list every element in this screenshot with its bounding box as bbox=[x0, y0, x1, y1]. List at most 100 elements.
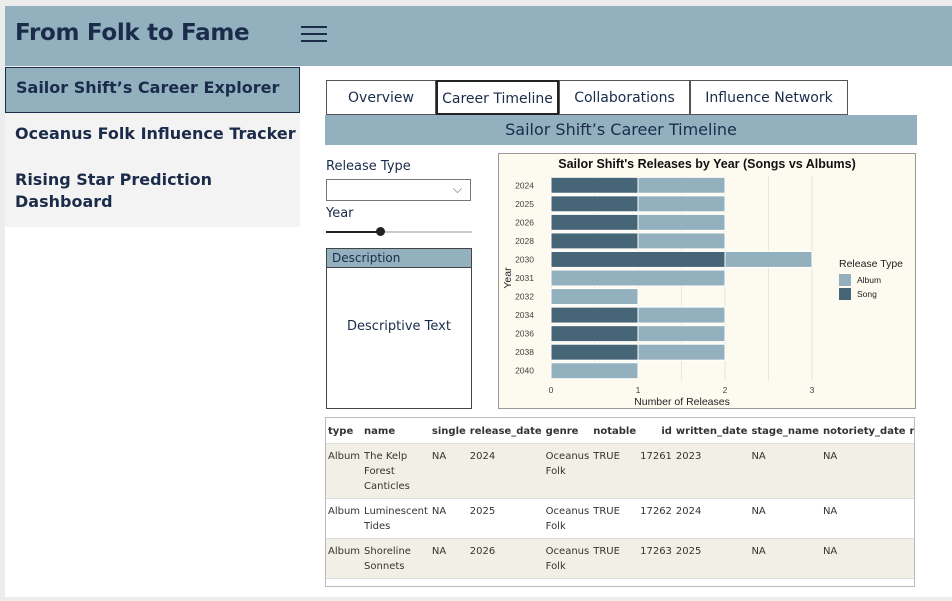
column-header-genre[interactable]: genre bbox=[544, 418, 592, 444]
table-cell: Oceanus Folk bbox=[545, 506, 590, 532]
legend-swatch-song bbox=[839, 288, 851, 300]
table-cell: Oceanus bbox=[544, 579, 592, 587]
table-cell: 17261 bbox=[640, 451, 672, 462]
bar-song-2024 bbox=[550, 176, 639, 194]
column-header-stage-name[interactable]: stage_name bbox=[749, 418, 821, 444]
legend-title: Release Type bbox=[839, 258, 903, 270]
table-cell: 2024 bbox=[675, 506, 702, 517]
table-cell: NA bbox=[749, 579, 821, 587]
table-row[interactable]: Album The Kelp Forest Canticles NA 2024 Ocea… bbox=[326, 443, 914, 499]
table-cell: NA bbox=[431, 451, 447, 462]
table-row[interactable]: Album Luminescent Tides NA 2025 Oceanus Folk… bbox=[326, 498, 914, 539]
table-cell: TRUE bbox=[593, 506, 620, 517]
sidebar-item-career-explorer[interactable]: Sailor Shift’s Career Explorer bbox=[5, 67, 300, 113]
table-row[interactable]: SongSunken BellTRUE2024OceanusFALSE17264… bbox=[326, 578, 914, 587]
x-tick-label: 3 bbox=[810, 385, 815, 395]
table-cell: 17262 bbox=[640, 506, 672, 517]
table-cell: 17264 bbox=[638, 579, 674, 587]
table-cell: TRUE bbox=[430, 579, 468, 587]
table-cell: 2023 bbox=[675, 451, 702, 462]
table-cell: NA bbox=[431, 506, 447, 517]
sidebar: Sailor Shift’s Career Explorer Oceanus F… bbox=[5, 66, 300, 227]
y-tick-label: 2030 bbox=[515, 254, 534, 264]
x-tick-label: 2 bbox=[723, 385, 728, 395]
bar-album-2030 bbox=[724, 250, 813, 268]
chart-svg: Sailor Shift's Releases by Year (Songs v… bbox=[502, 157, 903, 408]
section-title: Sailor Shift’s Career Timeline bbox=[325, 115, 917, 145]
bar-song-2025 bbox=[550, 195, 639, 213]
bar-song-2026 bbox=[550, 213, 639, 231]
bar-song-2030 bbox=[550, 250, 726, 268]
bar-song-2034 bbox=[550, 306, 639, 324]
bar-album-2032 bbox=[550, 288, 639, 306]
column-header-type[interactable]: type bbox=[326, 418, 362, 444]
table-cell: Oceanus Folk bbox=[545, 451, 590, 477]
column-header-row-id[interactable]: row_id bbox=[908, 418, 914, 444]
bar-album-2036 bbox=[637, 325, 726, 343]
bar-album-2028 bbox=[637, 232, 726, 250]
bar-album-2040 bbox=[550, 362, 639, 380]
table-cell: 17265 bbox=[908, 579, 914, 587]
column-header-release-date[interactable]: release_date bbox=[468, 418, 544, 444]
tab-influence-network[interactable]: Influence Network bbox=[690, 80, 848, 115]
column-header-written-date[interactable]: written_date bbox=[674, 418, 750, 444]
bar-album-2038 bbox=[637, 343, 726, 361]
table-cell: NA bbox=[822, 451, 838, 462]
y-axis-label: Year bbox=[502, 267, 514, 289]
table-cell: NA bbox=[431, 546, 447, 557]
column-header-id[interactable]: id bbox=[638, 418, 674, 444]
sidebar-item-influence-tracker[interactable]: Oceanus Folk Influence Tracker bbox=[5, 123, 300, 145]
y-tick-label: 2031 bbox=[515, 273, 534, 283]
releases-table[interactable]: type name single release_date genre notable id… bbox=[325, 417, 915, 587]
bar-song-2036 bbox=[550, 325, 639, 343]
app-window: From Folk to Fame Sailor Shift’s Career … bbox=[5, 6, 952, 597]
table-cell: NA bbox=[751, 506, 766, 517]
y-tick-label: 2038 bbox=[515, 347, 534, 357]
menu-toggle-icon[interactable] bbox=[301, 26, 327, 46]
table-cell: NA bbox=[751, 546, 766, 557]
app-title: From Folk to Fame bbox=[15, 20, 250, 46]
table-cell: 17264 bbox=[908, 539, 914, 579]
x-axis-label: Number of Releases bbox=[634, 396, 730, 408]
chart-title: Sailor Shift's Releases by Year (Songs v… bbox=[558, 157, 856, 171]
bar-album-2031 bbox=[550, 269, 726, 287]
table-cell: Sunken Bell bbox=[362, 579, 430, 587]
table-cell: NA bbox=[821, 579, 908, 587]
bar-song-2038 bbox=[550, 343, 639, 361]
table-body: Album The Kelp Forest Canticles NA 2024 Ocea… bbox=[326, 443, 914, 587]
y-tick-label: 2032 bbox=[515, 292, 534, 302]
table-cell: FALSE bbox=[591, 579, 638, 587]
release-type-select[interactable]: ⌵ bbox=[326, 179, 471, 201]
column-header-name[interactable]: name bbox=[362, 418, 430, 444]
column-header-notable[interactable]: notable bbox=[591, 418, 638, 444]
table-cell: 2025 bbox=[675, 546, 702, 557]
bar-album-2024 bbox=[637, 176, 726, 194]
table-header-row: type name single release_date genre notable id… bbox=[326, 418, 914, 444]
year-slider-fill bbox=[326, 231, 381, 233]
table-cell: TRUE bbox=[593, 451, 620, 462]
table-cell: Shoreline Sonnets bbox=[364, 546, 411, 572]
x-tick-label: 1 bbox=[636, 385, 641, 395]
y-tick-label: 2026 bbox=[515, 217, 534, 227]
sidebar-item-rising-star[interactable]: Rising Star Prediction Dashboard bbox=[5, 169, 225, 213]
release-type-label: Release Type bbox=[326, 159, 411, 174]
table-cell: Album bbox=[328, 506, 361, 517]
table-cell: 17263 bbox=[908, 499, 914, 539]
y-tick-label: 2034 bbox=[515, 310, 534, 320]
table-row[interactable]: Album Shoreline Sonnets NA 2026 Oceanus Folk… bbox=[326, 538, 914, 579]
tab-overview[interactable]: Overview bbox=[326, 80, 436, 115]
table-cell: 2024 bbox=[469, 451, 496, 462]
table-cell: Album bbox=[328, 451, 361, 462]
description-box: Description Descriptive Text bbox=[326, 248, 472, 409]
column-header-notoriety-date[interactable]: notoriety_date bbox=[821, 418, 908, 444]
tab-career-timeline[interactable]: Career Timeline bbox=[436, 80, 559, 115]
table-cell: NA bbox=[822, 506, 838, 517]
tab-collaborations[interactable]: Collaborations bbox=[559, 80, 690, 115]
table-cell: NA bbox=[751, 451, 766, 462]
year-label: Year bbox=[326, 206, 354, 221]
year-slider-handle[interactable] bbox=[376, 227, 385, 236]
column-header-single[interactable]: single bbox=[430, 418, 468, 444]
table-cell: The Kelp Forest Canticles bbox=[364, 451, 410, 492]
x-tick-label: 0 bbox=[549, 385, 554, 395]
table-cell: NA bbox=[822, 546, 838, 557]
